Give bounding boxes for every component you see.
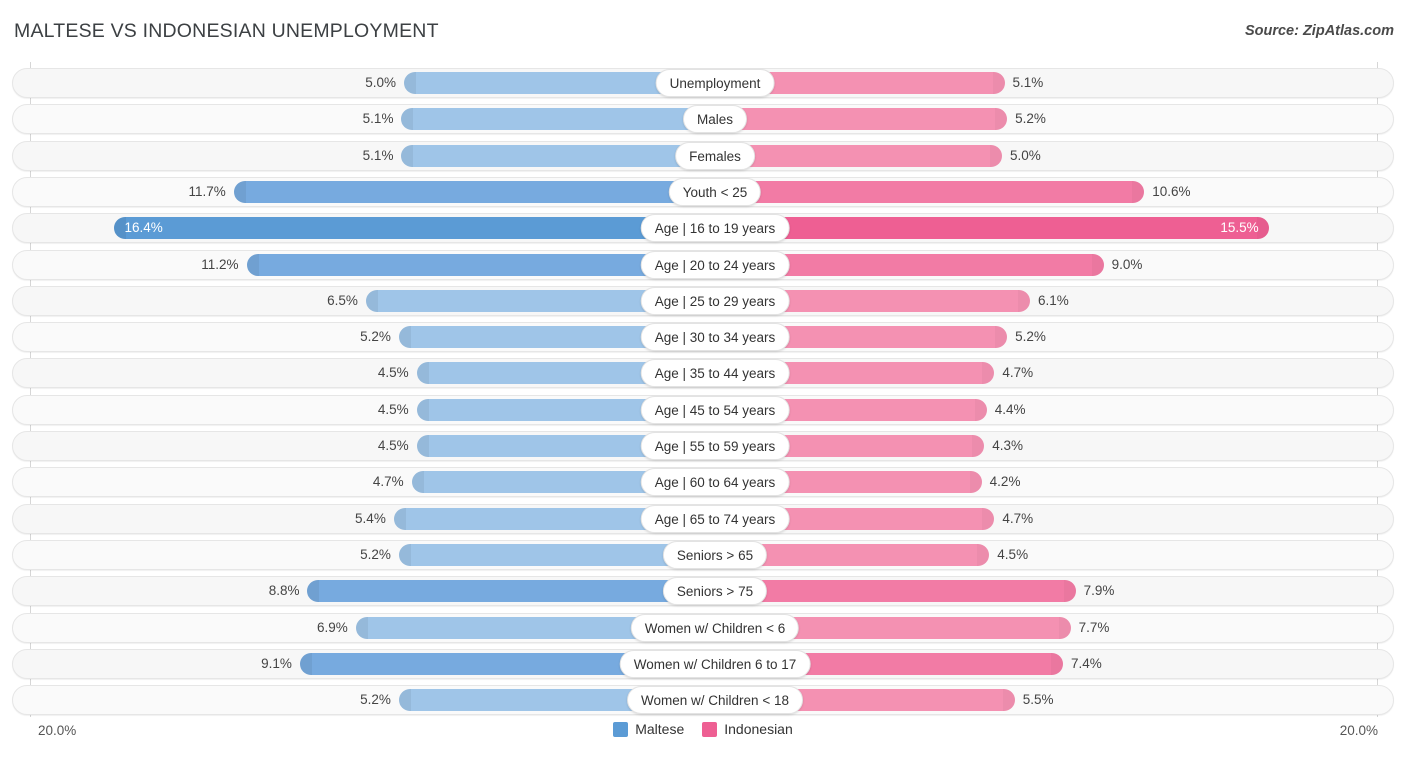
source-attribution: Source: ZipAtlas.com	[1244, 23, 1394, 39]
bar-indonesian	[703, 180, 1145, 203]
bar-maltese	[114, 217, 703, 240]
category-label-pill: Age | 30 to 34 years	[640, 323, 790, 352]
chart-row: 5.2% 5.5% Women w/ Children < 18	[12, 685, 1394, 716]
value-label-indonesian: 4.7%	[1002, 365, 1034, 381]
value-label-maltese: 5.0%	[365, 75, 396, 90]
legend-swatch-icon	[613, 721, 629, 737]
bar-maltese	[307, 580, 703, 603]
value-label-indonesian: 5.1%	[1012, 75, 1044, 90]
chart-row: 5.0% 5.1% Unemployment	[12, 68, 1394, 98]
value-label-indonesian: 5.2%	[1015, 329, 1046, 345]
value-label-indonesian: 9.0%	[1111, 256, 1143, 272]
axis-label-right: 20.0%	[1339, 723, 1378, 738]
category-label-pill: Age | 55 to 59 years	[640, 432, 790, 460]
legend-label: Maltese	[635, 721, 685, 737]
value-label-maltese: 5.1%	[362, 147, 394, 163]
chart-root: MALTESE VS INDONESIAN UNEMPLOYMENT Sourc…	[0, 0, 1406, 757]
value-label-maltese: 5.4%	[355, 510, 386, 526]
category-label-pill: Unemployment	[655, 69, 775, 97]
value-label-maltese: 4.5%	[377, 438, 409, 453]
value-label-indonesian: 15.5%	[1220, 220, 1259, 236]
chart-row: 6.9% 7.7% Women w/ Children < 6	[12, 612, 1394, 643]
category-label-pill: Females	[675, 141, 755, 170]
chart-row: 5.1% 5.0% Females	[12, 140, 1394, 171]
chart-row: 6.5% 6.1% Age | 25 to 29 years	[12, 285, 1394, 316]
chart-row: 5.1% 5.2% Males	[12, 104, 1394, 135]
category-label-pill: Age | 16 to 19 years	[640, 214, 790, 243]
value-label-indonesian: 5.0%	[1010, 147, 1041, 163]
value-label-indonesian: 10.6%	[1152, 183, 1191, 199]
value-label-indonesian: 4.5%	[997, 546, 1029, 562]
value-label-maltese: 4.7%	[372, 474, 404, 490]
value-label-maltese: 4.5%	[377, 401, 409, 417]
legend-swatch-icon	[702, 721, 718, 737]
category-label-pill: Age | 45 to 54 years	[640, 395, 790, 424]
bar-maltese	[398, 543, 703, 566]
category-label-pill: Women w/ Children < 18	[627, 686, 803, 715]
value-label-maltese: 6.9%	[316, 619, 348, 635]
value-label-indonesian: 4.2%	[989, 474, 1021, 490]
chart-plot-area: 5.0% 5.1% Unemployment 5.1% 5.2% Males 5.1% 5.0…	[0, 62, 1406, 717]
value-label-maltese: 5.2%	[360, 329, 391, 345]
legend-label: Indonesian	[724, 721, 793, 737]
category-label-pill: Males	[682, 105, 748, 134]
value-label-indonesian: 4.3%	[992, 438, 1023, 453]
value-label-indonesian: 7.7%	[1078, 619, 1110, 635]
category-label-pill: Age | 65 to 74 years	[640, 504, 790, 533]
value-label-maltese: 4.5%	[377, 365, 409, 381]
page-title: MALTESE VS INDONESIAN UNEMPLOYMENT	[14, 20, 439, 42]
category-label-pill: Women w/ Children 6 to 17	[619, 649, 811, 678]
value-label-maltese: 8.8%	[268, 583, 300, 599]
bar-indonesian	[703, 108, 1008, 131]
legend-item[interactable]: Maltese	[613, 721, 684, 737]
value-label-maltese: 9.1%	[261, 655, 292, 671]
value-label-maltese: 5.2%	[360, 546, 391, 562]
chart-row: 4.7% 4.2% Age | 60 to 64 years	[12, 467, 1394, 498]
value-label-maltese: 11.7%	[188, 183, 226, 199]
chart-row: 11.7% 10.6% Youth < 25	[12, 176, 1394, 207]
category-label-pill: Women w/ Children < 6	[630, 613, 800, 642]
value-label-indonesian: 6.1%	[1037, 292, 1069, 308]
value-label-maltese: 16.4%	[124, 220, 163, 236]
chart-row: 16.4% 15.5% Age | 16 to 19 years	[12, 213, 1394, 244]
category-label-pill: Age | 25 to 29 years	[640, 286, 790, 315]
value-label-indonesian: 5.2%	[1015, 111, 1046, 127]
chart-row: 5.4% 4.7% Age | 65 to 74 years	[12, 503, 1394, 534]
chart-row: 4.5% 4.3% Age | 55 to 59 years	[12, 431, 1394, 461]
category-label-pill: Age | 60 to 64 years	[640, 468, 790, 497]
chart-row: 5.2% 5.2% Age | 30 to 34 years	[12, 322, 1394, 353]
chart-row: 5.2% 4.5% Seniors > 65	[12, 539, 1394, 570]
bar-maltese	[246, 253, 703, 276]
category-label-pill: Age | 20 to 24 years	[640, 250, 790, 279]
legend-item[interactable]: Indonesian	[702, 721, 793, 737]
bar-maltese	[401, 144, 703, 167]
bar-maltese	[233, 180, 703, 203]
chart-row: 8.8% 7.9% Seniors > 75	[12, 576, 1394, 607]
value-label-indonesian: 5.5%	[1022, 692, 1054, 708]
axis-label-left: 20.0%	[38, 723, 77, 738]
chart-row: 4.5% 4.7% Age | 35 to 44 years	[12, 358, 1394, 389]
category-label-pill: Seniors > 65	[662, 540, 768, 569]
value-label-indonesian: 7.4%	[1070, 655, 1102, 671]
value-label-indonesian: 4.4%	[994, 401, 1026, 417]
value-label-maltese: 5.1%	[362, 111, 394, 127]
value-label-maltese: 11.2%	[201, 256, 239, 272]
chart-legend: Maltese Indonesian	[0, 721, 1406, 737]
chart-row: 4.5% 4.4% Age | 45 to 54 years	[12, 394, 1394, 425]
value-label-maltese: 5.2%	[360, 692, 391, 708]
value-label-indonesian: 4.7%	[1002, 510, 1034, 526]
category-label-pill: Youth < 25	[668, 177, 762, 206]
chart-row: 11.2% 9.0% Age | 20 to 24 years	[12, 249, 1394, 280]
value-label-indonesian: 7.9%	[1083, 583, 1115, 599]
category-label-pill: Seniors > 75	[662, 577, 768, 606]
category-label-pill: Age | 35 to 44 years	[640, 359, 790, 388]
chart-row: 9.1% 7.4% Women w/ Children 6 to 17	[12, 648, 1394, 679]
bar-maltese	[401, 108, 703, 131]
value-label-maltese: 6.5%	[327, 292, 358, 308]
